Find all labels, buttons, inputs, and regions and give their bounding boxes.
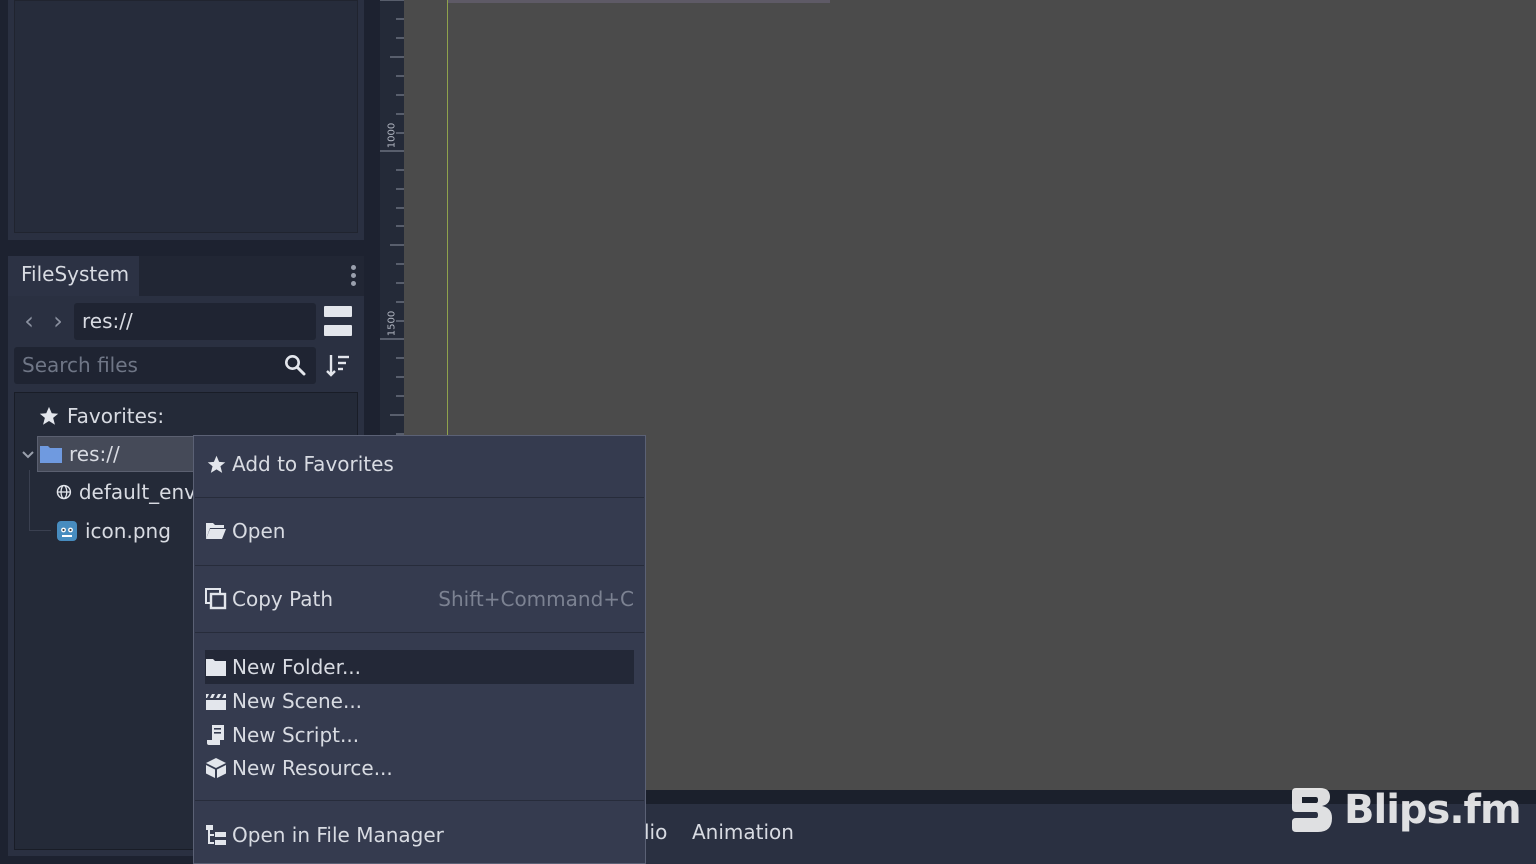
tree-item-default-env[interactable]: default_env [56,477,196,507]
tab-filesystem[interactable]: FileSystem [8,256,139,296]
favorites-row[interactable]: Favorites: [38,401,164,431]
star-icon [39,406,59,425]
path-input[interactable]: res:// [74,303,316,340]
menu-item-shortcut: Shift+Command+C [438,587,634,611]
menu-item-new-folder[interactable]: New Folder... [205,650,634,684]
tree-item-label: icon.png [85,519,171,543]
split-mode-button[interactable] [324,306,352,336]
menu-item-new-script[interactable]: New Script... [205,718,634,752]
blips-logo-icon [1292,788,1332,832]
menu-separator [195,565,644,566]
scene-tree-area [14,0,358,233]
menu-item-label: Open in File Manager [232,823,444,847]
menu-item-new-scene[interactable]: New Scene... [205,684,634,718]
sort-icon[interactable] [325,352,351,378]
favorites-label: Favorites: [67,404,165,428]
vertical-ruler [380,0,404,440]
tree-guide-line [29,470,30,530]
dock-menu-icon[interactable] [344,260,362,290]
folder-open-icon [205,520,227,542]
ruler-ticks [380,0,404,435]
menu-item-open-in-file-manager[interactable]: Open in File Manager [205,818,634,852]
viewport-frame-edge [448,0,830,3]
cube-icon [205,757,227,779]
menu-item-label: New Resource... [232,756,393,780]
menu-item-label: Open [232,519,286,543]
godot-logo-icon [57,521,77,541]
tree-guide-line [29,530,51,531]
menu-item-open[interactable]: Open [205,514,634,548]
tab-animation[interactable]: Animation [692,818,794,846]
globe-icon [56,484,72,500]
menu-item-label: New Scene... [232,689,363,713]
folder-icon [205,656,227,678]
watermark-text: Blips.fm [1344,787,1522,833]
tree-item-res-root[interactable]: res:// [37,436,197,472]
menu-item-copy-path[interactable]: Copy Path Shift+Command+C [205,582,634,616]
menu-separator [195,632,644,633]
script-icon [205,724,227,746]
back-arrow-icon[interactable]: ‹ [19,305,39,339]
blips-watermark: Blips.fm [1290,784,1522,836]
clapperboard-icon [205,690,227,712]
forward-arrow-icon[interactable]: › [48,305,68,339]
menu-separator [195,800,644,801]
folder-icon [40,446,62,463]
search-icon[interactable] [284,354,306,376]
menu-separator [195,497,644,498]
y-axis-guide [447,0,448,440]
ruler-label: 1000 [386,122,398,149]
ruler-label: 1500 [386,310,398,337]
menu-item-label: Add to Favorites [232,452,394,476]
search-input[interactable] [22,347,272,384]
tab-audio[interactable]: lio [644,818,667,846]
menu-item-label: Copy Path [232,587,334,611]
star-icon [205,453,227,475]
menu-item-new-resource[interactable]: New Resource... [205,751,634,785]
copy-icon [205,588,227,610]
filesystem-icon [205,824,227,846]
menu-item-add-to-favorites[interactable]: Add to Favorites [205,447,634,481]
menu-item-label: New Folder... [232,655,362,679]
tree-item-label: default_env [78,480,196,504]
search-files-field[interactable] [14,347,316,384]
tree-item-label: res:// [69,442,120,466]
tree-item-icon-png[interactable]: icon.png [56,516,171,546]
menu-item-label: New Script... [232,723,360,747]
chevron-down-icon[interactable] [20,447,36,463]
